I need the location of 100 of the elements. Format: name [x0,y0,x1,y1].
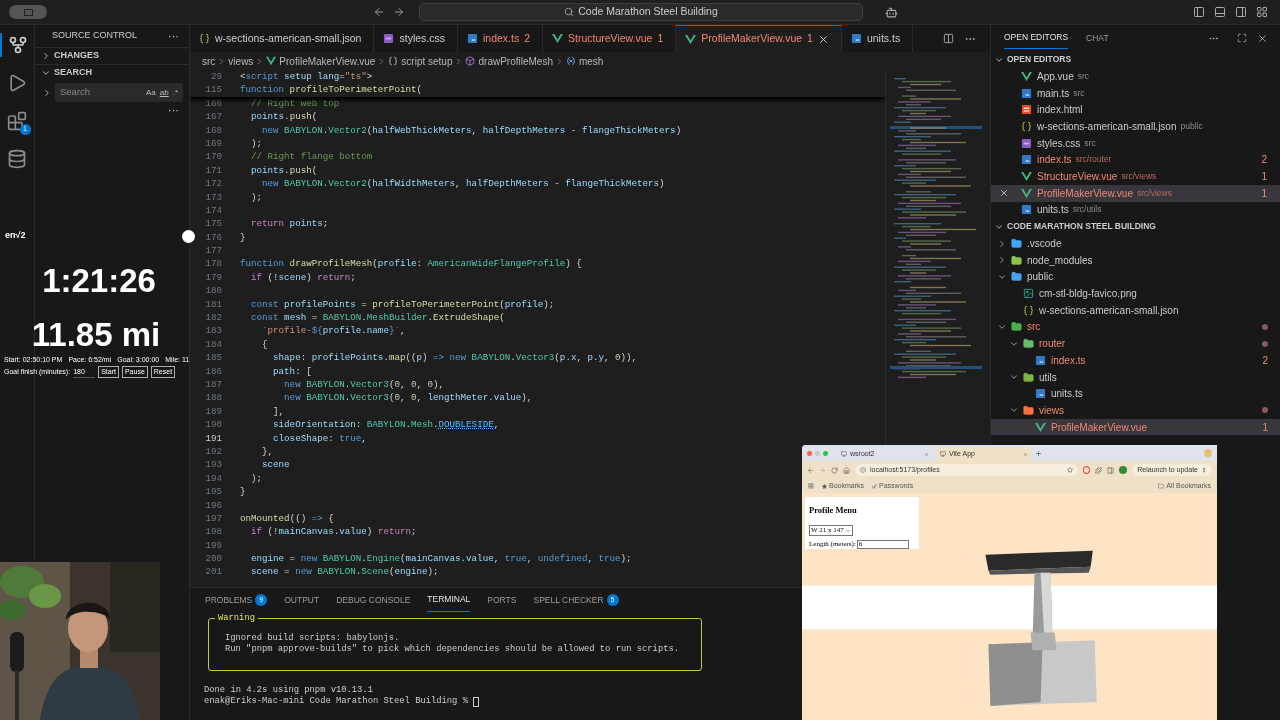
line-number: 179 [204,270,222,285]
editor-tab[interactable]: w-sections-american-small.json [190,25,375,52]
panel-tab[interactable]: PORTS [487,588,517,612]
close-icon[interactable] [817,33,829,45]
code-line: } [239,485,246,499]
section-header[interactable]: CHANGES [35,47,189,64]
folder-item[interactable]: utils [991,368,1280,386]
breadcrumb-item[interactable]: mesh [565,53,604,69]
copilot-icon[interactable] [885,5,898,19]
html-file-icon [1021,104,1032,116]
file-item[interactable]: index.html [991,101,1280,119]
line-number: 172 [204,177,222,191]
toggle-panel-icon[interactable] [1214,6,1226,18]
folder-item[interactable]: node_modules [991,251,1280,269]
split-editor-icon[interactable] [943,33,954,44]
close-icon[interactable] [1257,32,1268,44]
folder-name: node_modules [1027,253,1093,268]
folder-item[interactable]: .vscode [991,235,1280,252]
panel-tab[interactable]: TERMINAL [427,588,471,612]
file-item[interactable]: ProfileMakerView.vue src/views 1 [991,184,1280,202]
file-item[interactable]: App.vue src [991,68,1280,85]
maximize-icon[interactable] [1237,33,1247,43]
section-title: CHANGES [54,49,99,63]
file-item[interactable]: cm-stl-bldg-favico.png [991,285,1280,302]
breadcrumb-item[interactable]: script setup [388,53,453,69]
json-file-icon [1021,120,1032,132]
editor-tab[interactable]: styles.css [374,25,458,52]
search-icon [564,7,575,17]
problem-count: 1 [1261,186,1267,201]
file-item[interactable]: index.ts 2 [991,352,1280,369]
line-number: 183 [204,324,222,338]
section-title: SEARCH [54,66,92,80]
line-number: 29 [209,70,222,84]
toggle-secondary-sidebar-icon[interactable] [1235,6,1247,18]
file-item[interactable]: main.ts src [991,84,1280,102]
home-icon[interactable] [843,466,850,474]
file-item[interactable]: styles.css src [991,134,1280,152]
file-name: units.ts [1037,203,1069,218]
apps-icon[interactable] [808,483,814,489]
panel-tab[interactable]: OUTPUT [284,588,320,612]
puzzle-icon[interactable] [1095,466,1103,474]
file-path: src/utils [1072,203,1102,217]
editor-tab[interactable]: ProfileMakerView.vue 1 [676,25,842,52]
new-tab-icon[interactable] [1035,449,1042,457]
reload-icon[interactable] [831,466,838,474]
file-name: w-sections-american-small.json [1037,119,1177,134]
vue-file-icon [552,33,563,44]
file-item[interactable]: w-sections-american-small.json public [991,118,1280,135]
search-option-toggle[interactable]: ab [159,86,169,99]
more-actions[interactable]: ··· [168,27,179,45]
panel-tab[interactable]: OPEN EDITORS [1004,27,1069,49]
file-item[interactable]: w-sections-american-small.json [991,301,1280,319]
line-number: 173 [204,190,222,204]
profile-avatar[interactable] [1119,466,1128,474]
sidebar-icon[interactable] [1107,466,1115,474]
file-item[interactable]: units.ts src/utils [991,201,1280,219]
file-path: src/views [1121,170,1157,183]
folder-item[interactable]: src [991,318,1280,336]
panel-tab[interactable]: CHAT [1086,27,1109,49]
line-number: 175 [204,217,222,231]
file-item[interactable]: units.ts [991,385,1280,403]
more-actions[interactable]: ··· [168,102,179,119]
folder-item[interactable]: public [991,268,1280,286]
line-number: 171 [204,163,222,178]
toggle-sidebar-icon[interactable] [1193,6,1205,18]
command-search-field[interactable]: Code Marathon Steel Building [419,3,863,21]
code-line: const mesh = BABYLON.MeshBuilder.ExtrudeShape( [250,311,505,325]
close-icon[interactable] [999,188,1009,199]
back-icon[interactable] [373,6,385,18]
file-name: App.vue [1037,69,1074,84]
breadcrumb-item[interactable]: drawProfileMesh [465,53,553,69]
file-item[interactable]: ProfileMakerView.vue 1 [991,418,1280,436]
search-field[interactable]: Search Aa ab .* [55,83,183,102]
section-header[interactable]: SEARCH [35,64,189,81]
breadcrumb-item[interactable]: src [202,53,216,69]
file-item[interactable]: StructureView.vue src/views 1 [991,168,1280,185]
layout-icon[interactable] [1256,6,1268,18]
panel-tab[interactable]: DEBUG CONSOLE [336,588,411,612]
file-item[interactable]: index.ts src/router 2 [991,151,1280,169]
code-line: // Right flange bottom [250,150,373,164]
code-line: const profilePoints = profileToPerimeterPoint(profile); [250,297,555,312]
search-option-toggle[interactable]: Aa [145,86,156,99]
editor-tab[interactable]: index.ts 2 [458,25,543,52]
forward-icon[interactable] [393,6,405,18]
section-header[interactable]: CODE MARATHON STEEL BUILDING [991,218,1280,236]
folder-item[interactable]: views [991,402,1280,419]
chevron-icon[interactable] [42,87,52,98]
back-icon[interactable] [807,466,814,474]
section-header[interactable]: OPEN EDITORS [991,51,1280,68]
search-option-toggle[interactable]: .* [172,86,178,99]
line-number: 170 [204,150,222,164]
editor-tab[interactable]: units.ts [841,25,914,52]
bookmark-star-icon[interactable] [1067,467,1074,473]
breadcrumb-item[interactable]: views [228,53,254,69]
screen-share-icon[interactable] [9,5,47,19]
folder-item[interactable]: router [991,335,1280,352]
file-path: src [1073,86,1085,100]
breadcrumb-item[interactable]: ProfileMakerView.vue [266,53,376,69]
key-icon [872,483,877,489]
line-number: 190 [204,418,222,432]
